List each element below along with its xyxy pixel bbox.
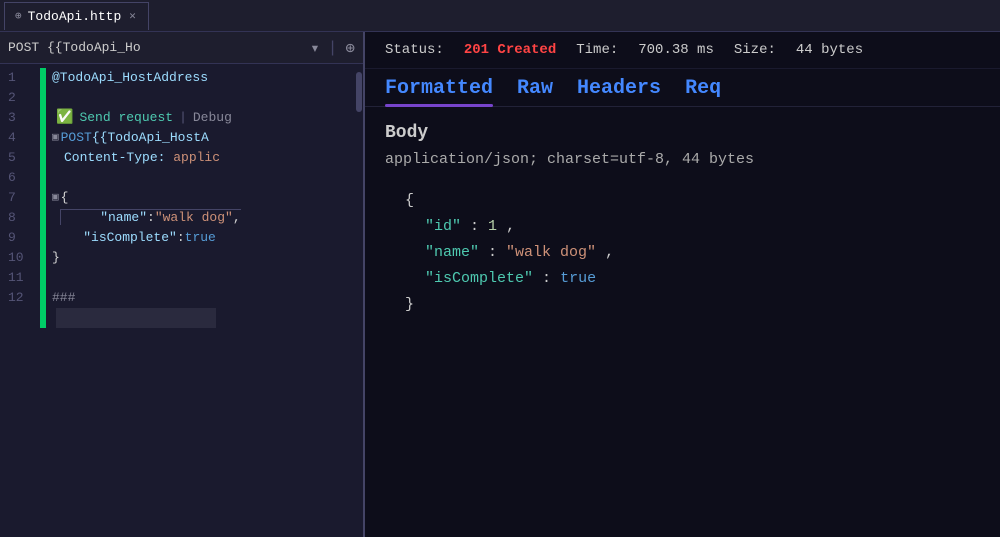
- scrollbar-thumb: [356, 72, 362, 112]
- gutter-7: [40, 208, 46, 228]
- send-debug-bar: ✅ Send request | Debug: [56, 108, 232, 128]
- collapse-brace-icon[interactable]: ▣: [52, 188, 59, 208]
- json-iscomplete-line: "isComplete" : true: [405, 266, 980, 292]
- time-value: 700.38 ms: [638, 42, 714, 58]
- collapse-icon[interactable]: ▣: [52, 128, 59, 148]
- editor-content: 1 2 3 4 5 6 7 8 9 10 11 12 @TodoApi_Host…: [0, 64, 363, 537]
- line-8-content: "isComplete":true: [52, 228, 216, 248]
- json-name-line: "name" : "walk dog" ,: [405, 240, 980, 266]
- editor-scrollbar[interactable]: [355, 64, 363, 537]
- code-line-10: [36, 268, 355, 288]
- line-1-text: @TodoApi_HostAddress: [52, 68, 208, 88]
- gutter-3b: [40, 128, 46, 148]
- content-type-display: application/json; charset=utf-8, 44 byte…: [385, 151, 980, 168]
- code-lines: @TodoApi_HostAddress ✅ Send request | De…: [36, 64, 355, 537]
- todo-api-tab[interactable]: ⊕ TodoApi.http ✕: [4, 2, 149, 30]
- tab-bar: ⊕ TodoApi.http ✕: [0, 0, 1000, 32]
- input-bar[interactable]: [56, 308, 216, 328]
- time-label: Time:: [576, 42, 618, 58]
- code-line-9: }: [36, 248, 355, 268]
- code-line-3: ✅ Send request | Debug: [36, 108, 355, 128]
- code-line-12: [36, 308, 355, 328]
- request-bar: POST {{TodoApi_Ho ▾ | ⊕: [0, 32, 363, 64]
- tab-headers[interactable]: Headers: [577, 77, 661, 106]
- code-line-5: [36, 168, 355, 188]
- request-method-text: POST {{TodoApi_Ho: [8, 40, 306, 55]
- gutter-1: [40, 68, 46, 88]
- code-line-7: "name":"walk dog",: [36, 208, 355, 228]
- gutter-3: [40, 108, 46, 128]
- status-label: Status:: [385, 42, 444, 58]
- gutter-2: [40, 88, 46, 108]
- json-id-key: "id": [425, 218, 461, 235]
- response-panel: Status: 201 Created Time: 700.38 ms Size…: [365, 32, 1000, 537]
- code-line-11: ###: [36, 288, 355, 308]
- response-tabs: Formatted Raw Headers Req: [365, 69, 1000, 107]
- tab-filename: TodoApi.http: [28, 9, 122, 24]
- gutter-8: [40, 228, 46, 248]
- json-close-brace: }: [405, 292, 980, 318]
- json-iscomplete-key: "isComplete": [425, 270, 533, 287]
- code-line-2: [36, 88, 355, 108]
- size-value: 44 bytes: [796, 42, 863, 58]
- separator: |: [179, 108, 187, 128]
- content-type-line: Content-Type: applic: [52, 148, 220, 168]
- json-id-line: "id" : 1 ,: [405, 214, 980, 240]
- post-url: {{TodoApi_HostA: [92, 128, 209, 148]
- gutter-5: [40, 168, 46, 188]
- request-add-icon[interactable]: ⊕: [345, 38, 355, 58]
- json-name-key: "name": [425, 244, 479, 261]
- code-line-6: ▣ {: [36, 188, 355, 208]
- status-bar: Status: 201 Created Time: 700.38 ms Size…: [365, 32, 1000, 69]
- close-brace: }: [52, 248, 60, 268]
- code-line-8: "isComplete":true: [36, 228, 355, 248]
- editor-panel: POST {{TodoApi_Ho ▾ | ⊕ 1 2 3 4 5 6 7 8 …: [0, 32, 365, 537]
- json-id-value: 1: [488, 218, 497, 235]
- open-brace: {: [61, 188, 69, 208]
- tab-raw[interactable]: Raw: [517, 77, 553, 106]
- line-7-content: "name":"walk dog",: [52, 208, 241, 228]
- json-iscomplete-value: true: [560, 270, 596, 287]
- size-label: Size:: [734, 42, 776, 58]
- tab-req[interactable]: Req: [685, 77, 721, 106]
- json-block: { "id" : 1 , "name" : "walk dog" , "isCo…: [385, 188, 980, 318]
- gutter-10: [40, 268, 46, 288]
- check-icon: ✅: [56, 108, 73, 128]
- gutter-9: [40, 248, 46, 268]
- gutter-12: [40, 308, 46, 328]
- code-line-4: Content-Type: applic: [36, 148, 355, 168]
- code-line-1: @TodoApi_HostAddress: [36, 68, 355, 88]
- status-value: 201 Created: [464, 42, 556, 58]
- gutter-11: [40, 288, 46, 308]
- code-line-3b: ▣ POST {{TodoApi_HostA: [36, 128, 355, 148]
- tab-formatted[interactable]: Formatted: [385, 77, 493, 106]
- tab-close-icon[interactable]: ✕: [127, 9, 138, 23]
- gutter-6: [40, 188, 46, 208]
- main-area: POST {{TodoApi_Ho ▾ | ⊕ 1 2 3 4 5 6 7 8 …: [0, 32, 1000, 537]
- response-body: Body application/json; charset=utf-8, 44…: [365, 107, 1000, 537]
- gutter-4: [40, 148, 46, 168]
- tab-pin-icon: ⊕: [15, 9, 22, 23]
- body-section-label: Body: [385, 123, 980, 143]
- hash-comment: ###: [52, 288, 75, 308]
- debug-btn[interactable]: Debug: [193, 108, 232, 128]
- line-numbers: 1 2 3 4 5 6 7 8 9 10 11 12: [0, 64, 36, 537]
- request-dropdown-icon[interactable]: ▾: [310, 38, 320, 58]
- post-method: POST: [61, 128, 92, 148]
- json-open-brace: {: [405, 188, 980, 214]
- send-request-btn[interactable]: Send request: [79, 108, 173, 128]
- json-name-value: "walk dog": [506, 244, 596, 261]
